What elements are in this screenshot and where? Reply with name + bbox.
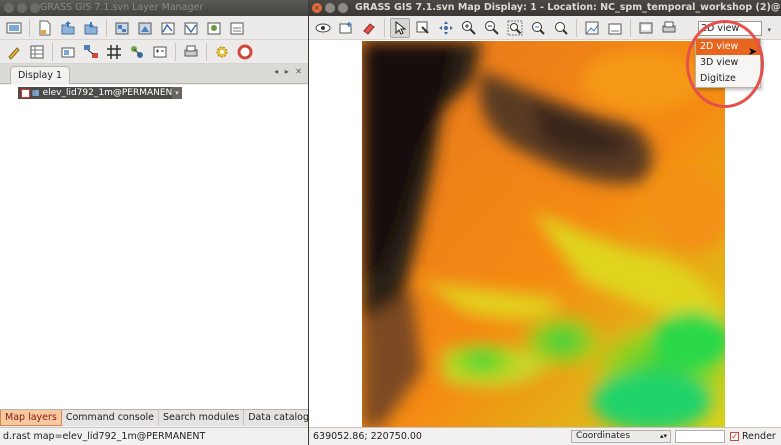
window-title: GRASS GIS 7.1.svn Map Display: 1 - Locat… (355, 2, 781, 13)
save-workspace-icon[interactable] (81, 18, 101, 38)
toolbar-separator (630, 18, 631, 37)
vector-network-icon[interactable] (127, 42, 147, 62)
zoom-menu-icon[interactable] (551, 18, 571, 38)
layer-visibility-checkbox[interactable] (21, 88, 30, 98)
tab-display-1[interactable]: Display 1 (10, 66, 70, 84)
new-workspace-icon[interactable] (35, 18, 55, 38)
layer-manager-titlebar[interactable]: GRASS GIS 7.1.svn Layer Manager (0, 0, 308, 16)
toolbar-separator (175, 42, 176, 61)
graphical-modeler-icon[interactable] (81, 42, 101, 62)
layer-manager-toolbar-2 (0, 40, 308, 64)
tab-command-console[interactable]: Command console (62, 410, 160, 426)
window-buttons (4, 3, 40, 13)
add-vector-misc-icon[interactable] (181, 18, 201, 38)
tab-data-catalog[interactable]: Data catalog (244, 410, 308, 426)
toolbar-separator (29, 18, 30, 37)
layer-tree[interactable] (0, 85, 308, 409)
toolbar-separator (576, 18, 577, 37)
render-checkbox[interactable]: Render (730, 428, 776, 445)
add-group-icon[interactable] (204, 18, 224, 38)
tab-search-modules[interactable]: Search modules (159, 410, 245, 426)
attribute-table-icon[interactable] (27, 42, 47, 62)
layer-manager-toolbar-1 (0, 16, 308, 40)
toolbar-separator (206, 42, 207, 61)
save-icon[interactable] (636, 18, 656, 38)
print-icon[interactable] (181, 42, 201, 62)
tab-scroll-arrows[interactable]: ◂ ▸ ✕ (274, 67, 304, 76)
close-icon[interactable] (4, 3, 14, 13)
render-label: Render (742, 431, 776, 442)
calculator-icon[interactable] (150, 42, 170, 62)
layer-manager-statusbar: d.rast map=elev_lid792_1m@PERMANENT (0, 427, 308, 445)
layer-options-dropdown[interactable]: ▾ (172, 87, 182, 99)
coordinates-readout: 639052.86; 220750.00 (313, 431, 422, 442)
add-overlay-icon[interactable] (227, 18, 247, 38)
grid-icon[interactable] (104, 42, 124, 62)
window-title: GRASS GIS 7.1.svn Layer Manager (40, 2, 204, 13)
layer-name: elev_lid792_1m@PERMANENT (42, 88, 178, 98)
add-raster-misc-icon[interactable] (135, 18, 155, 38)
digitize-icon[interactable] (4, 42, 24, 62)
map-display-titlebar[interactable]: × GRASS GIS 7.1.svn Map Display: 1 - Loc… (309, 0, 781, 16)
pointer-icon[interactable] (390, 17, 410, 38)
raster-layer-icon: ▦ (32, 88, 40, 97)
layer-tree-item[interactable]: ▦ elev_lid792_1m@PERMANENT ▾ (18, 87, 182, 99)
minimize-icon[interactable] (325, 3, 335, 13)
erase-icon[interactable] (359, 18, 379, 38)
render-icon[interactable] (336, 18, 356, 38)
maximize-icon[interactable] (30, 3, 40, 13)
highlight-annotation-ring (686, 20, 764, 108)
render-checkbox-box[interactable] (730, 429, 739, 445)
zoom-out-icon[interactable] (482, 18, 502, 38)
map-display-statusbar: 639052.86; 220750.00 Coordinates ▴▾ Rend… (309, 427, 781, 445)
print-icon[interactable] (659, 18, 679, 38)
add-raster-icon[interactable] (112, 18, 132, 38)
bottom-notebook-tabs: Map layers Command console Search module… (0, 409, 308, 426)
chevron-down-icon[interactable]: ▾ (767, 24, 771, 37)
help-icon[interactable] (235, 42, 255, 62)
toolbar-separator (106, 18, 107, 37)
add-vector-icon[interactable] (158, 18, 178, 38)
window-buttons: × (312, 3, 348, 13)
open-workspace-icon[interactable] (58, 18, 78, 38)
statusbar-mode-value: Coordinates (576, 431, 631, 441)
new-display-icon[interactable] (4, 18, 24, 38)
overlay-icon[interactable] (605, 18, 625, 38)
maximize-icon[interactable] (338, 3, 348, 13)
query-icon[interactable] (413, 18, 433, 38)
display-tabs: Display 1 ◂ ▸ ✕ (0, 64, 308, 84)
elevation-raster (362, 41, 725, 427)
close-icon[interactable]: × (312, 3, 322, 13)
analyze-icon[interactable] (582, 18, 602, 38)
layer-manager-window: GRASS GIS 7.1.svn Layer Manager Display … (0, 0, 308, 445)
georectify-icon[interactable] (58, 42, 78, 62)
chevron-down-icon[interactable]: ▴▾ (660, 431, 667, 442)
zoom-in-icon[interactable] (459, 18, 479, 38)
minimize-icon[interactable] (17, 3, 27, 13)
toolbar-separator (384, 18, 385, 37)
statusbar-mode-select[interactable]: Coordinates ▴▾ (571, 430, 671, 443)
zoom-extent-icon[interactable] (505, 18, 525, 38)
zoom-back-icon[interactable] (528, 18, 548, 38)
map-display-window: × GRASS GIS 7.1.svn Map Display: 1 - Loc… (309, 0, 781, 445)
display-icon[interactable] (313, 18, 333, 38)
tab-map-layers[interactable]: Map layers (0, 410, 62, 426)
statusbar-input[interactable] (675, 430, 725, 443)
settings-icon[interactable] (212, 42, 232, 62)
toolbar-separator (52, 42, 53, 61)
pan-icon[interactable] (436, 18, 456, 38)
